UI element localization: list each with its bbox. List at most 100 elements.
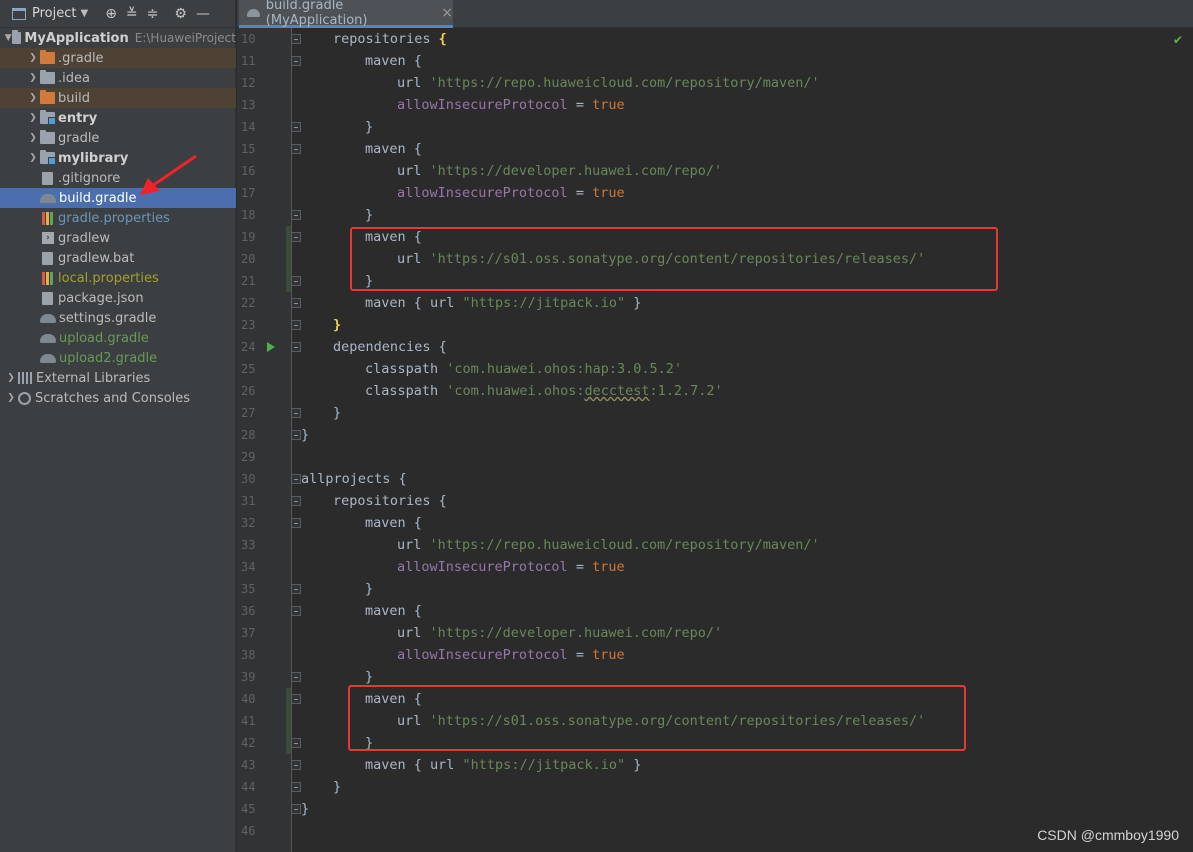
code-line[interactable]: maven { bbox=[365, 50, 422, 72]
fold-marker-icon[interactable] bbox=[291, 474, 301, 484]
code-line[interactable]: maven { url "https://jitpack.io" } bbox=[365, 292, 641, 314]
fold-marker-icon[interactable] bbox=[291, 496, 301, 506]
hide-panel-icon[interactable]: — bbox=[196, 0, 210, 28]
tree-item-build-gradle[interactable]: build.gradle bbox=[0, 188, 236, 208]
chevron-right-icon[interactable]: ❯ bbox=[26, 73, 40, 83]
chevron-right-icon[interactable]: ❯ bbox=[4, 393, 18, 403]
chevron-right-icon[interactable]: ❯ bbox=[4, 373, 18, 383]
tree-item-gradlew[interactable]: › gradlew bbox=[0, 228, 236, 248]
code-editor[interactable]: 10 11 12 13 14 15 16 17 18 19 20 21 22 23 24 25 26 27 28 29… bbox=[237, 28, 1193, 852]
tree-item-external-libraries[interactable]: ❯ External Libraries bbox=[0, 368, 236, 388]
fold-marker-icon[interactable] bbox=[291, 804, 301, 814]
tree-item-entry[interactable]: ❯ entry bbox=[0, 108, 236, 128]
chevron-right-icon[interactable]: ❯ bbox=[26, 113, 40, 123]
fold-marker-icon[interactable] bbox=[291, 408, 301, 418]
gear-icon[interactable]: ⚙ bbox=[174, 0, 187, 28]
fold-marker-icon[interactable] bbox=[291, 276, 301, 286]
code-line[interactable]: allowInsecureProtocol = true bbox=[397, 182, 625, 204]
tree-item-upload-gradle[interactable]: upload.gradle bbox=[0, 328, 236, 348]
tree-item-gradle[interactable]: ❯ gradle bbox=[0, 128, 236, 148]
chevron-right-icon[interactable]: ❯ bbox=[26, 153, 40, 163]
tree-item-upload2-gradle[interactable]: upload2.gradle bbox=[0, 348, 236, 368]
collapse-all-icon[interactable]: ≑ bbox=[147, 0, 159, 28]
tree-item-scratches-and-consoles[interactable]: ❯ Scratches and Consoles bbox=[0, 388, 236, 408]
fold-marker-icon[interactable] bbox=[291, 56, 301, 66]
fold-marker-icon[interactable] bbox=[291, 34, 301, 44]
code-line[interactable]: allprojects { bbox=[301, 468, 407, 490]
fold-marker-icon[interactable] bbox=[291, 320, 301, 330]
tree-item-settings-gradle[interactable]: settings.gradle bbox=[0, 308, 236, 328]
code-token: } bbox=[301, 801, 310, 817]
tree-item-gradle[interactable]: ❯ .gradle bbox=[0, 48, 236, 68]
chevron-down-icon[interactable]: ▼ bbox=[4, 33, 12, 43]
fold-marker-icon[interactable] bbox=[291, 430, 301, 440]
tab-build-gradle[interactable]: build.gradle (MyApplication) × bbox=[239, 0, 453, 28]
fold-marker-icon[interactable] bbox=[291, 298, 301, 308]
chevron-right-icon[interactable]: ❯ bbox=[26, 133, 40, 143]
code-token: allowInsecureProtocol bbox=[397, 559, 568, 575]
code-line[interactable]: } bbox=[365, 204, 373, 226]
fold-marker-icon[interactable] bbox=[291, 672, 301, 682]
locate-file-icon[interactable]: ⊕ bbox=[105, 0, 117, 28]
folder-icon bbox=[40, 130, 55, 144]
chevron-right-icon[interactable]: ❯ bbox=[26, 53, 40, 63]
tree-item-gitignore[interactable]: .gitignore bbox=[0, 168, 236, 188]
fold-marker-icon[interactable] bbox=[291, 782, 301, 792]
fold-marker-icon[interactable] bbox=[291, 342, 301, 352]
code-line[interactable]: classpath 'com.huawei.ohos:hap:3.0.5.2' bbox=[365, 358, 682, 380]
code-line[interactable]: } bbox=[301, 798, 309, 820]
tree-item-package-json[interactable]: package.json bbox=[0, 288, 236, 308]
code-line[interactable]: } bbox=[333, 402, 341, 424]
code-token: url bbox=[397, 75, 430, 91]
code-line[interactable]: } bbox=[333, 776, 341, 798]
code-line[interactable]: maven { bbox=[365, 600, 422, 622]
vcs-change-marker[interactable] bbox=[286, 248, 291, 270]
run-icon[interactable] bbox=[267, 342, 275, 352]
code-token: } bbox=[625, 757, 642, 773]
tree-item-gradlew-bat[interactable]: gradlew.bat bbox=[0, 248, 236, 268]
code-line[interactable]: url 'https://developer.huawei.com/repo/' bbox=[397, 160, 722, 182]
tree-item-myapplication[interactable]: ▼ MyApplication E:\HuaweiProject bbox=[0, 28, 236, 48]
chevron-right-icon[interactable]: ❯ bbox=[26, 93, 40, 103]
code-line[interactable]: dependencies { bbox=[333, 336, 447, 358]
fold-marker-icon[interactable] bbox=[291, 694, 301, 704]
code-line[interactable]: } bbox=[365, 578, 373, 600]
code-line[interactable]: allowInsecureProtocol = true bbox=[397, 556, 625, 578]
code-line[interactable]: classpath 'com.huawei.ohos:decctest:1.2.… bbox=[365, 380, 723, 402]
code-line[interactable]: maven { bbox=[365, 512, 422, 534]
tree-item-idea[interactable]: ❯ .idea bbox=[0, 68, 236, 88]
fold-marker-icon[interactable] bbox=[291, 760, 301, 770]
code-token: maven { url bbox=[365, 757, 463, 773]
inspection-ok-icon[interactable]: ✔ bbox=[1173, 33, 1183, 47]
fold-marker-icon[interactable] bbox=[291, 606, 301, 616]
tree-item-build[interactable]: ❯ build bbox=[0, 88, 236, 108]
expand-all-icon[interactable]: ≚ bbox=[126, 0, 138, 28]
code-line[interactable]: } bbox=[365, 116, 373, 138]
code-line[interactable]: url 'https://repo.huaweicloud.com/reposi… bbox=[397, 534, 820, 556]
fold-marker-icon[interactable] bbox=[291, 144, 301, 154]
fold-marker-icon[interactable] bbox=[291, 584, 301, 594]
code-line[interactable]: repositories { bbox=[333, 28, 447, 50]
fold-marker-icon[interactable] bbox=[291, 122, 301, 132]
fold-marker-icon[interactable] bbox=[291, 518, 301, 528]
tree-item-label: build.gradle bbox=[59, 190, 137, 206]
tree-item-local-properties[interactable]: local.properties bbox=[0, 268, 236, 288]
code-line[interactable]: } bbox=[301, 424, 309, 446]
tree-item-mylibrary[interactable]: ❯ mylibrary bbox=[0, 148, 236, 168]
code-line[interactable]: allowInsecureProtocol = true bbox=[397, 644, 625, 666]
code-line[interactable]: maven { url "https://jitpack.io" } bbox=[365, 754, 641, 776]
fold-marker-icon[interactable] bbox=[291, 232, 301, 242]
fold-marker-icon[interactable] bbox=[291, 210, 301, 220]
project-view-title[interactable]: Project bbox=[32, 6, 76, 21]
code-line[interactable]: url 'https://developer.huawei.com/repo/' bbox=[397, 622, 722, 644]
vcs-change-marker[interactable] bbox=[286, 710, 291, 732]
code-line[interactable]: url 'https://repo.huaweicloud.com/reposi… bbox=[397, 72, 820, 94]
code-line[interactable]: } bbox=[333, 314, 341, 336]
code-line[interactable]: allowInsecureProtocol = true bbox=[397, 94, 625, 116]
tree-item-gradle-properties[interactable]: gradle.properties bbox=[0, 208, 236, 228]
code-line[interactable]: repositories { bbox=[333, 490, 447, 512]
fold-marker-icon[interactable] bbox=[291, 738, 301, 748]
close-icon[interactable]: × bbox=[441, 5, 453, 21]
code-line[interactable]: maven { bbox=[365, 138, 422, 160]
chevron-down-icon[interactable]: ▼ bbox=[80, 8, 88, 19]
